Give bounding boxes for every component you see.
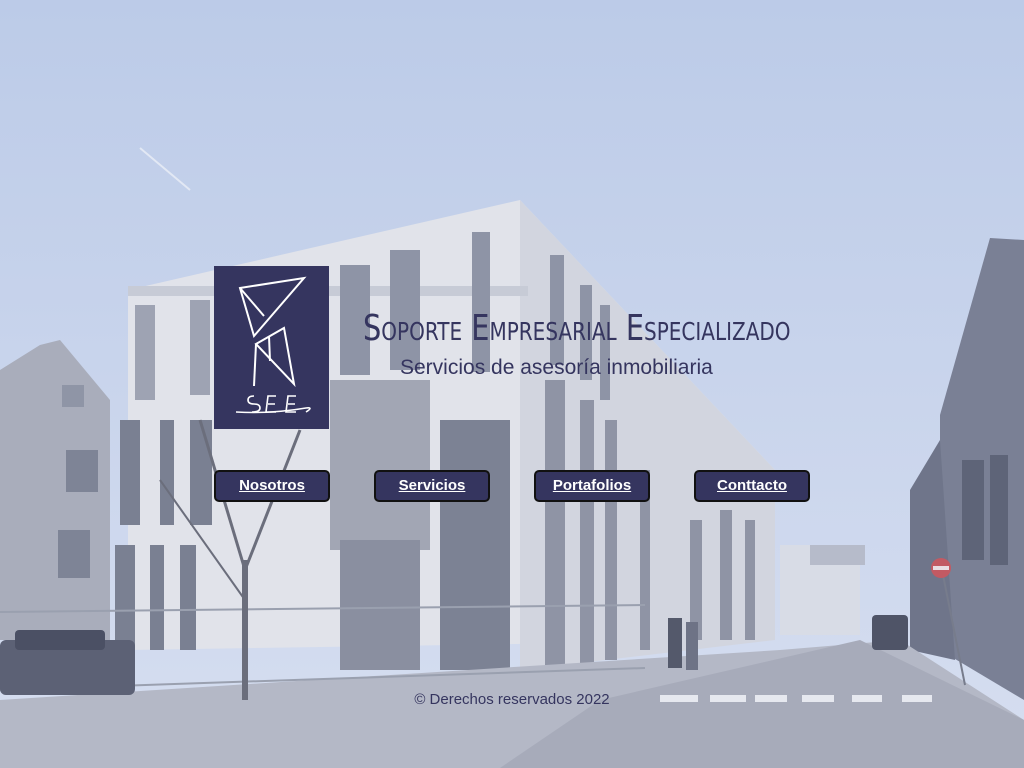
site-subtitle: Servicios de asesoría inmobiliaria (400, 356, 713, 379)
background-photo (0, 0, 1024, 768)
see-triangles-logo-icon (235, 276, 311, 414)
nav-nosotros-button[interactable]: Nosotros (214, 470, 330, 502)
nav-servicios-button[interactable]: Servicios (374, 470, 490, 502)
logo[interactable] (214, 266, 329, 429)
nav-contacto-button[interactable]: Conttacto (694, 470, 810, 502)
site-title: Soporte Empresarial Especializado (363, 308, 791, 349)
nav-portafolios-button[interactable]: Portafolios (534, 470, 650, 502)
footer-copyright: © Derechos reservados 2022 (414, 691, 610, 708)
